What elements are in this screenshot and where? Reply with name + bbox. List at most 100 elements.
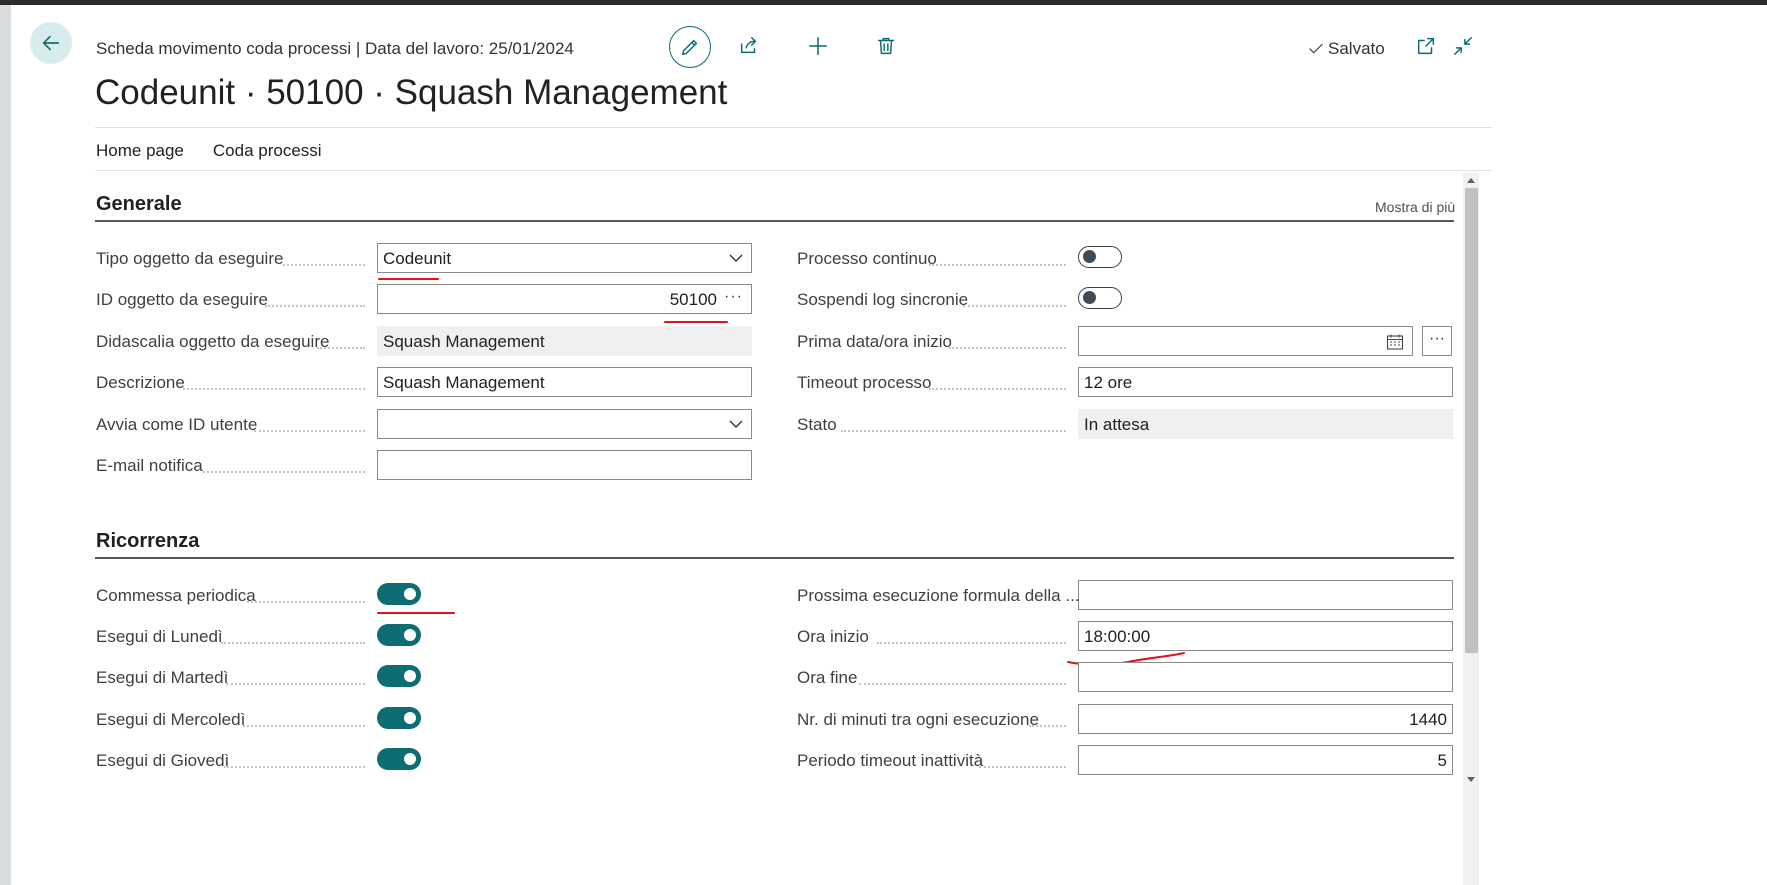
field-label: Prossima esecuzione formula della ... (797, 586, 1080, 605)
field-label: Periodo timeout inattività (797, 751, 984, 770)
field-label: Esegui di Mercoledì (96, 710, 246, 729)
label-leader (183, 388, 365, 390)
tipo-oggetto-select[interactable]: Codeunit (377, 243, 752, 273)
section-divider (95, 220, 1454, 222)
delete-button[interactable] (873, 33, 899, 59)
field-value: 50100 (669, 290, 717, 309)
timeout-inattivita-input[interactable]: 5 (1078, 745, 1453, 775)
lunedi-toggle[interactable] (377, 624, 421, 646)
martedi-toggle[interactable] (377, 665, 421, 687)
label-leader (265, 305, 365, 307)
show-more-link[interactable]: Mostra di più (1375, 199, 1455, 215)
label-leader (254, 430, 365, 432)
action-home-page[interactable]: Home page (96, 141, 184, 161)
field-label: Esegui di Lunedì (96, 627, 223, 646)
giovedi-toggle[interactable] (377, 748, 421, 770)
minuti-input[interactable]: 1440 (1078, 704, 1453, 734)
field-label: Tipo oggetto da eseguire (96, 249, 284, 268)
more-options-button[interactable]: ··· (1422, 326, 1452, 356)
ora-inizio-input[interactable]: 18:00:00 (1078, 621, 1453, 651)
label-leader (841, 430, 1066, 432)
ora-fine-input[interactable] (1078, 662, 1453, 692)
label-leader (317, 347, 365, 349)
commessa-periodica-toggle[interactable] (377, 583, 421, 605)
field-label: E-mail notifica (96, 456, 203, 475)
label-leader (1029, 725, 1066, 727)
window-edge (0, 5, 11, 885)
back-button[interactable] (30, 22, 72, 64)
processo-continuo-toggle[interactable] (1078, 246, 1122, 268)
annotation-underline (664, 321, 728, 323)
arrow-left-icon (42, 35, 60, 51)
prima-data-input[interactable] (1078, 326, 1413, 356)
section-title-ricorrenza[interactable]: Ricorrenza (96, 530, 199, 553)
mercoledi-toggle[interactable] (377, 707, 421, 729)
field-label: Esegui di Giovedì (96, 751, 230, 770)
field-label: Prima data/ora inizio (797, 332, 952, 351)
email-notifica-input[interactable] (377, 450, 752, 480)
breadcrumb: Scheda movimento coda processi | Data de… (96, 39, 574, 58)
stato-field: In attesa (1078, 409, 1453, 439)
label-leader (859, 683, 1066, 685)
label-leader (221, 642, 365, 644)
field-label: Descrizione (96, 373, 185, 392)
label-leader (203, 471, 365, 473)
checkmark-icon (1309, 43, 1323, 54)
more-options-icon[interactable]: ··· (724, 288, 743, 306)
label-leader (877, 642, 1066, 644)
trash-icon (877, 37, 895, 55)
field-value: Codeunit (383, 249, 452, 268)
action-coda-processi[interactable]: Coda processi (213, 141, 322, 161)
action-bar: Home page Coda processi (96, 141, 322, 161)
scroll-up-icon[interactable] (1465, 175, 1477, 185)
section-divider (95, 557, 1454, 559)
label-leader (224, 766, 365, 768)
field-label: Didascalia oggetto da eseguire (96, 332, 330, 351)
scroll-down-icon[interactable] (1465, 775, 1477, 785)
chevron-down-icon (729, 420, 743, 428)
chevron-down-icon (729, 254, 743, 262)
share-button[interactable] (736, 33, 762, 59)
avvia-come-select[interactable] (377, 409, 752, 439)
timeout-processo-input[interactable]: 12 ore (1078, 367, 1453, 397)
divider (95, 127, 1492, 128)
label-leader (949, 347, 1066, 349)
annotation-underline (377, 612, 455, 614)
calendar-icon[interactable] (1386, 333, 1404, 351)
saved-label: Salvato (1328, 39, 1385, 58)
field-label: Esegui di Martedì (96, 668, 229, 687)
open-new-window-icon[interactable] (1415, 35, 1437, 57)
field-label: Sospendi log sincronie (797, 290, 969, 309)
label-leader (979, 766, 1066, 768)
field-label: Processo continuo (797, 249, 937, 268)
share-icon (740, 37, 757, 54)
sospendi-log-toggle[interactable] (1078, 287, 1122, 309)
label-leader (243, 725, 365, 727)
id-oggetto-input[interactable]: 50100 ··· (377, 284, 752, 314)
field-label: Timeout processo (797, 373, 932, 392)
label-leader (226, 683, 365, 685)
descrizione-input[interactable]: Squash Management (377, 367, 752, 397)
label-leader (247, 601, 365, 603)
saved-status: Salvato (1307, 39, 1385, 59)
field-label: Avvia come ID utente (96, 415, 258, 434)
label-leader (929, 264, 1066, 266)
label-leader (929, 388, 1066, 390)
new-button[interactable] (805, 33, 831, 59)
edit-button[interactable] (669, 26, 711, 68)
didascalia-field: Squash Management (377, 326, 752, 356)
label-leader (283, 264, 365, 266)
plus-icon (808, 36, 828, 56)
page-title: Codeunit · 50100 · Squash Management (95, 73, 728, 112)
section-title-generale[interactable]: Generale (96, 193, 182, 216)
annotation-underline (378, 278, 439, 280)
field-label: Ora fine (797, 668, 858, 687)
pencil-icon (681, 39, 698, 56)
job-queue-card-page: Scheda movimento coda processi | Data de… (11, 5, 1767, 885)
scrollbar-thumb[interactable] (1465, 188, 1478, 653)
field-label: ID oggetto da eseguire (96, 290, 269, 309)
collapse-icon[interactable] (1452, 35, 1474, 57)
field-label: Stato (797, 415, 837, 434)
field-label: Ora inizio (797, 627, 869, 646)
prossima-esecuzione-input[interactable] (1078, 580, 1453, 610)
